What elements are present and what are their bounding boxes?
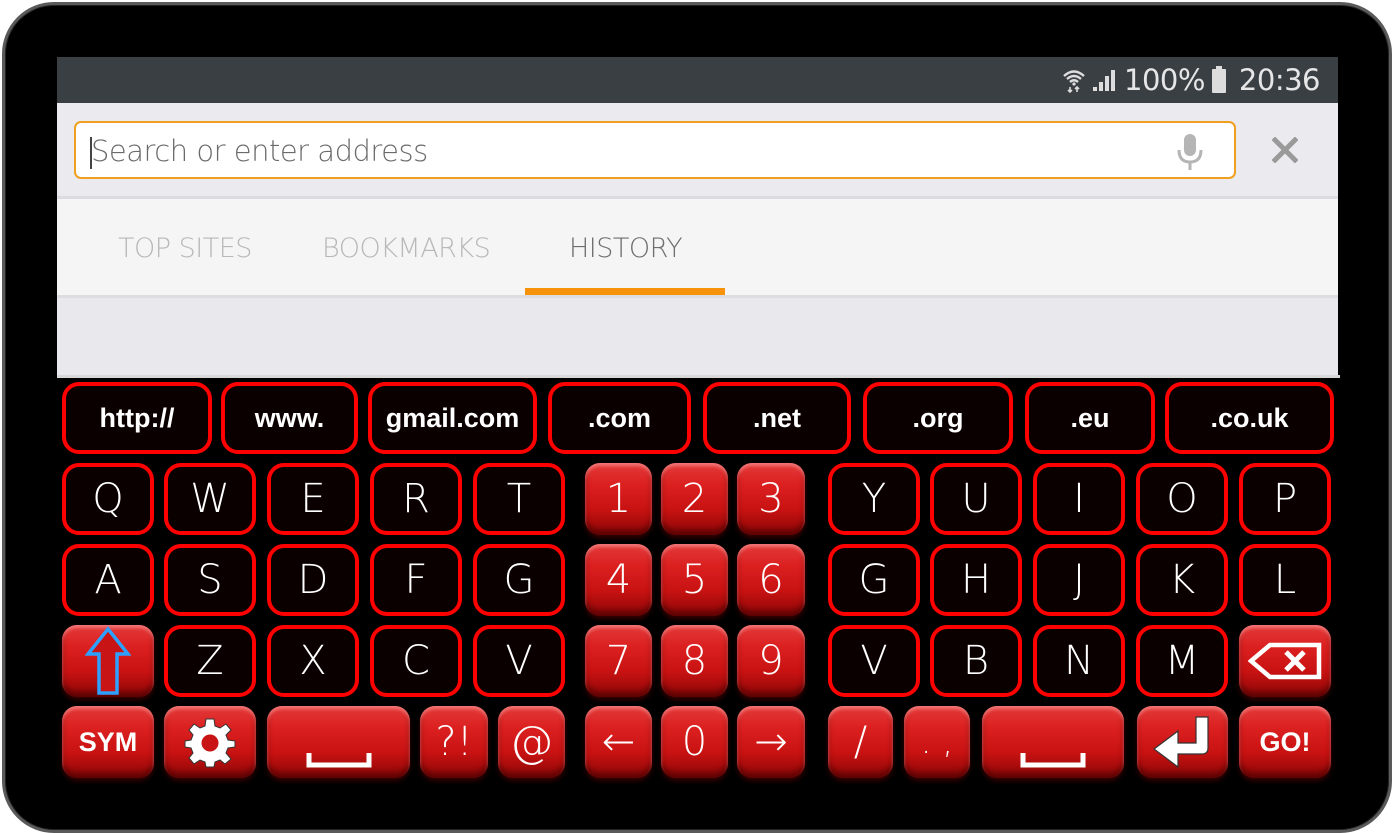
gear-icon bbox=[184, 716, 236, 768]
key-letter[interactable]: G bbox=[473, 544, 565, 616]
key-letter[interactable]: E bbox=[267, 463, 359, 535]
key-letter[interactable]: D bbox=[267, 544, 359, 616]
key-letter[interactable]: F bbox=[370, 544, 462, 616]
enter-icon bbox=[1150, 714, 1216, 770]
key-letter[interactable]: S bbox=[164, 544, 256, 616]
key-letter[interactable]: L bbox=[1239, 544, 1331, 616]
slash-key[interactable]: / bbox=[828, 706, 893, 778]
key-letter[interactable]: G bbox=[828, 544, 920, 616]
key-letter[interactable]: A bbox=[62, 544, 154, 616]
space-bar-icon bbox=[1020, 752, 1086, 768]
key-letter[interactable]: U bbox=[930, 463, 1022, 535]
key-suggestion[interactable]: .net bbox=[703, 382, 851, 454]
search-placeholder: Search or enter address bbox=[91, 134, 428, 168]
right-arrow-key[interactable]: → bbox=[737, 706, 805, 778]
space-key[interactable] bbox=[267, 706, 410, 778]
url-bar: Search or enter address bbox=[57, 103, 1338, 198]
key-suggestion[interactable]: .com bbox=[548, 382, 691, 454]
backspace-icon bbox=[1248, 641, 1322, 681]
key-number[interactable]: 4 bbox=[585, 544, 652, 616]
key-letter[interactable]: K bbox=[1136, 544, 1228, 616]
punctuation-key[interactable]: ?! bbox=[420, 706, 488, 778]
key-letter[interactable]: Z bbox=[164, 625, 256, 697]
period-comma-key[interactable]: . , bbox=[904, 706, 970, 778]
sym-key[interactable]: SYM bbox=[62, 706, 154, 778]
shift-arrow-icon bbox=[85, 626, 131, 696]
key-number[interactable]: 3 bbox=[737, 463, 805, 535]
key-suggestion[interactable]: gmail.com bbox=[368, 382, 537, 454]
key-number[interactable]: 8 bbox=[661, 625, 728, 697]
key-number[interactable]: 5 bbox=[661, 544, 728, 616]
enter-key[interactable] bbox=[1137, 706, 1228, 778]
microphone-icon[interactable] bbox=[1176, 133, 1204, 176]
key-letter[interactable]: O bbox=[1136, 463, 1228, 535]
go-key[interactable]: GO! bbox=[1239, 706, 1331, 778]
key-number[interactable]: 2 bbox=[661, 463, 728, 535]
battery-icon bbox=[1211, 66, 1227, 94]
key-letter[interactable]: J bbox=[1033, 544, 1125, 616]
key-suggestion[interactable]: http:// bbox=[62, 382, 212, 454]
backspace-key[interactable] bbox=[1239, 625, 1331, 697]
key-suggestion[interactable]: .org bbox=[863, 382, 1013, 454]
key-suggestion[interactable]: www. bbox=[221, 382, 358, 454]
clock: 20:36 bbox=[1238, 63, 1321, 97]
key-letter[interactable]: H bbox=[930, 544, 1022, 616]
at-key[interactable]: @ bbox=[498, 706, 565, 778]
key-letter[interactable]: X bbox=[267, 625, 359, 697]
key-suggestion[interactable]: .co.uk bbox=[1165, 382, 1334, 454]
key-number[interactable]: 9 bbox=[737, 625, 805, 697]
key-letter[interactable]: Q bbox=[62, 463, 154, 535]
tab-bookmarks[interactable]: BOOKMARKS bbox=[322, 233, 491, 264]
key-letter[interactable]: M bbox=[1136, 625, 1228, 697]
left-arrow-key[interactable]: ← bbox=[585, 706, 652, 778]
search-address-input[interactable]: Search or enter address bbox=[74, 121, 1236, 179]
tab-bar: TOP SITES BOOKMARKS HISTORY bbox=[57, 199, 1338, 295]
key-letter[interactable]: C bbox=[370, 625, 462, 697]
key-number[interactable]: 1 bbox=[585, 463, 652, 535]
key-letter[interactable]: I bbox=[1033, 463, 1125, 535]
battery-percent: 100% bbox=[1124, 63, 1205, 97]
active-tab-indicator bbox=[525, 288, 725, 295]
key-number[interactable]: 6 bbox=[737, 544, 805, 616]
status-bar: 100% 20:36 bbox=[57, 57, 1338, 103]
tab-top-sites[interactable]: TOP SITES bbox=[118, 233, 252, 264]
space-bar-icon bbox=[306, 752, 372, 768]
key-letter[interactable]: N bbox=[1033, 625, 1125, 697]
keyboard-top-edge bbox=[57, 375, 1340, 378]
settings-key[interactable] bbox=[164, 706, 256, 778]
key-letter[interactable]: V bbox=[828, 625, 920, 697]
key-letter[interactable]: W bbox=[164, 463, 256, 535]
key-letter[interactable]: Y bbox=[828, 463, 920, 535]
space-key[interactable] bbox=[982, 706, 1124, 778]
wifi-data-icon bbox=[1062, 67, 1086, 93]
key-letter[interactable]: T bbox=[473, 463, 565, 535]
key-number[interactable]: 0 bbox=[661, 706, 728, 778]
shift-key[interactable] bbox=[62, 625, 154, 697]
key-number[interactable]: 7 bbox=[585, 625, 652, 697]
key-letter[interactable]: P bbox=[1239, 463, 1331, 535]
tab-history[interactable]: HISTORY bbox=[569, 233, 683, 264]
history-content-area bbox=[57, 298, 1338, 375]
signal-icon bbox=[1092, 68, 1118, 92]
key-letter[interactable]: R bbox=[370, 463, 462, 535]
close-icon[interactable] bbox=[1271, 136, 1299, 168]
key-letter[interactable]: V bbox=[473, 625, 565, 697]
key-suggestion[interactable]: .eu bbox=[1025, 382, 1155, 454]
key-letter[interactable]: B bbox=[930, 625, 1022, 697]
